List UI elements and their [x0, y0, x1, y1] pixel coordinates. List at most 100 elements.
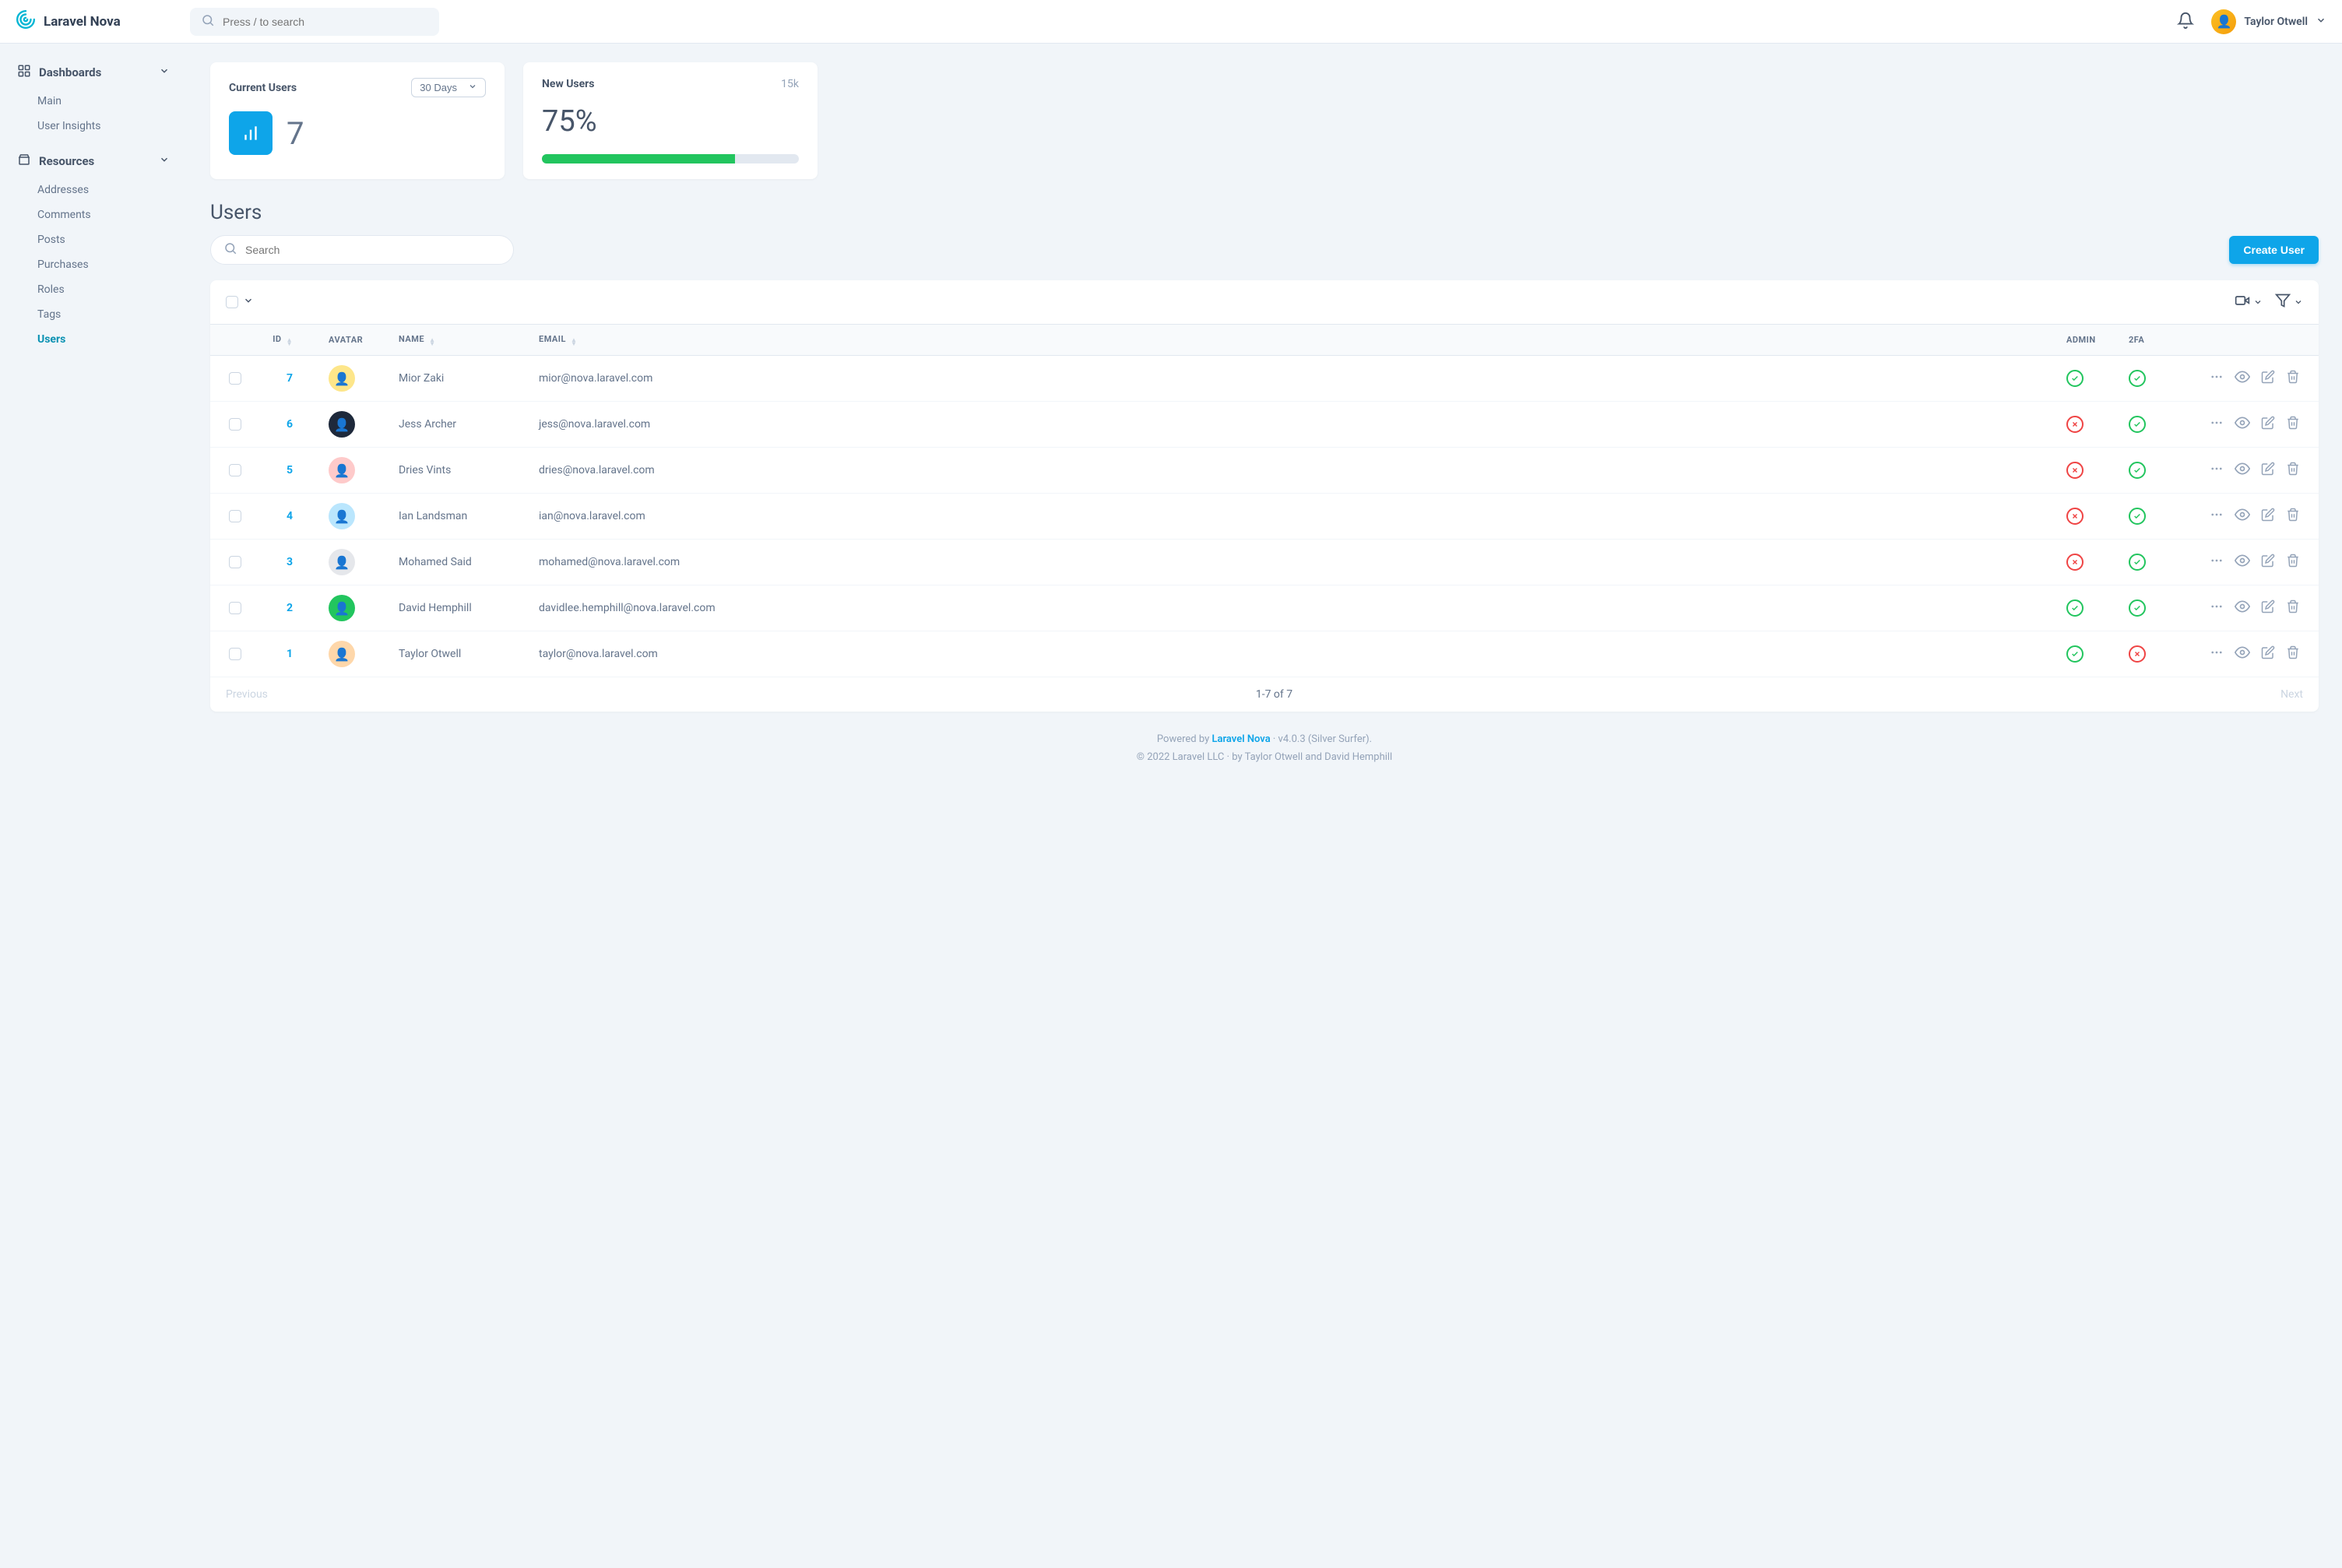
edit-icon[interactable] — [2261, 462, 2275, 479]
sort-icon: ▲▼ — [429, 338, 435, 346]
view-icon[interactable] — [2235, 507, 2250, 526]
x-icon — [2129, 645, 2146, 663]
table-row: 7 👤 Mior Zaki mior@nova.laravel.com — [210, 356, 2319, 402]
x-icon — [2066, 462, 2084, 479]
row-checkbox[interactable] — [229, 464, 241, 476]
brand-name: Laravel Nova — [44, 14, 121, 30]
delete-icon[interactable] — [2286, 462, 2300, 479]
more-icon[interactable] — [2210, 462, 2224, 479]
row-id[interactable]: 4 — [287, 510, 293, 522]
view-icon[interactable] — [2235, 461, 2250, 480]
sidebar-item-user-insights[interactable]: User Insights — [8, 114, 179, 139]
sidebar-item-addresses[interactable]: Addresses — [8, 178, 179, 202]
sidebar-header-dashboards[interactable]: Dashboards — [8, 56, 179, 89]
sidebar-item-roles[interactable]: Roles — [8, 277, 179, 302]
footer-brand-link[interactable]: Laravel Nova — [1211, 733, 1270, 745]
sidebar-item-users[interactable]: Users — [8, 327, 179, 352]
view-icon[interactable] — [2235, 369, 2250, 388]
view-icon[interactable] — [2235, 599, 2250, 617]
sidebar-item-main[interactable]: Main — [8, 89, 179, 114]
row-2fa — [2116, 585, 2178, 631]
more-icon[interactable] — [2210, 370, 2224, 387]
global-search[interactable] — [190, 8, 439, 36]
delete-icon[interactable] — [2286, 370, 2300, 387]
row-actions — [2191, 369, 2300, 388]
row-checkbox[interactable] — [229, 418, 241, 431]
select-all-checkbox[interactable] — [226, 296, 238, 308]
chevron-down-icon — [2316, 15, 2326, 29]
more-icon[interactable] — [2210, 508, 2224, 525]
sidebar-header-resources[interactable]: Resources — [8, 145, 179, 178]
row-id[interactable]: 1 — [287, 648, 293, 660]
row-admin — [2054, 402, 2116, 448]
video-action-button[interactable] — [2235, 293, 2263, 311]
row-name: Ian Landsman — [386, 494, 526, 540]
notifications-button[interactable] — [2174, 9, 2197, 35]
edit-icon[interactable] — [2261, 416, 2275, 433]
global-search-input[interactable] — [223, 16, 428, 28]
sidebar-item-purchases[interactable]: Purchases — [8, 252, 179, 277]
delete-icon[interactable] — [2286, 416, 2300, 433]
delete-icon[interactable] — [2286, 508, 2300, 525]
metric-cards-row: Current Users 30 Days 7 — [210, 62, 2319, 179]
check-icon — [2129, 508, 2146, 525]
edit-icon[interactable] — [2261, 645, 2275, 663]
user-menu[interactable]: 👤 Taylor Otwell — [2211, 9, 2326, 34]
chevron-down-icon[interactable] — [243, 295, 254, 309]
more-icon[interactable] — [2210, 599, 2224, 617]
percent-value: 75% — [542, 104, 799, 139]
row-checkbox[interactable] — [229, 602, 241, 614]
row-id[interactable]: 3 — [287, 556, 293, 568]
row-checkbox[interactable] — [229, 510, 241, 522]
prev-page-button[interactable]: Previous — [226, 688, 268, 701]
column-email[interactable]: EMAIL▲▼ — [526, 325, 2054, 356]
filter-button[interactable] — [2275, 293, 2303, 311]
resource-search-input[interactable] — [245, 244, 501, 256]
column-id[interactable]: ID▲▼ — [254, 325, 316, 356]
table-row: 4 👤 Ian Landsman ian@nova.laravel.com — [210, 494, 2319, 540]
row-name: Jess Archer — [386, 402, 526, 448]
pagination: Previous 1-7 of 7 Next — [210, 677, 2319, 712]
row-actions — [2191, 645, 2300, 663]
row-checkbox[interactable] — [229, 556, 241, 568]
x-icon — [2066, 416, 2084, 433]
row-email: ian@nova.laravel.com — [526, 494, 2054, 540]
view-icon[interactable] — [2235, 553, 2250, 571]
delete-icon[interactable] — [2286, 645, 2300, 663]
edit-icon[interactable] — [2261, 554, 2275, 571]
view-icon[interactable] — [2235, 415, 2250, 434]
row-id[interactable]: 6 — [287, 418, 293, 431]
more-icon[interactable] — [2210, 645, 2224, 663]
more-icon[interactable] — [2210, 416, 2224, 433]
user-name: Taylor Otwell — [2244, 16, 2308, 28]
column-name[interactable]: NAME▲▼ — [386, 325, 526, 356]
create-user-button[interactable]: Create User — [2229, 236, 2319, 264]
next-page-button[interactable]: Next — [2280, 688, 2303, 701]
brand-logo[interactable]: Laravel Nova — [16, 9, 171, 33]
row-id[interactable]: 7 — [287, 372, 293, 385]
row-id[interactable]: 5 — [287, 464, 293, 476]
row-avatar: 👤 — [329, 595, 355, 621]
sidebar-item-posts[interactable]: Posts — [8, 227, 179, 252]
row-id[interactable]: 2 — [287, 602, 293, 614]
range-dropdown[interactable]: 30 Days — [411, 78, 486, 97]
edit-icon[interactable] — [2261, 370, 2275, 387]
range-label: 30 Days — [420, 82, 457, 93]
sort-icon: ▲▼ — [571, 338, 577, 346]
view-icon[interactable] — [2235, 645, 2250, 663]
delete-icon[interactable] — [2286, 554, 2300, 571]
header: Laravel Nova 👤 Taylor Otwell — [0, 0, 2342, 44]
row-checkbox[interactable] — [229, 648, 241, 660]
more-icon[interactable] — [2210, 554, 2224, 571]
sidebar-section-resources: Resources Addresses Comments Posts Purch… — [8, 145, 179, 352]
delete-icon[interactable] — [2286, 599, 2300, 617]
edit-icon[interactable] — [2261, 508, 2275, 525]
sidebar-item-comments[interactable]: Comments — [8, 202, 179, 227]
sidebar-item-tags[interactable]: Tags — [8, 302, 179, 327]
row-email: davidlee.hemphill@nova.laravel.com — [526, 585, 2054, 631]
row-checkbox[interactable] — [229, 372, 241, 385]
edit-icon[interactable] — [2261, 599, 2275, 617]
row-avatar: 👤 — [329, 503, 355, 529]
page-toolbar: Create User — [210, 235, 2319, 265]
resource-search[interactable] — [210, 235, 514, 265]
